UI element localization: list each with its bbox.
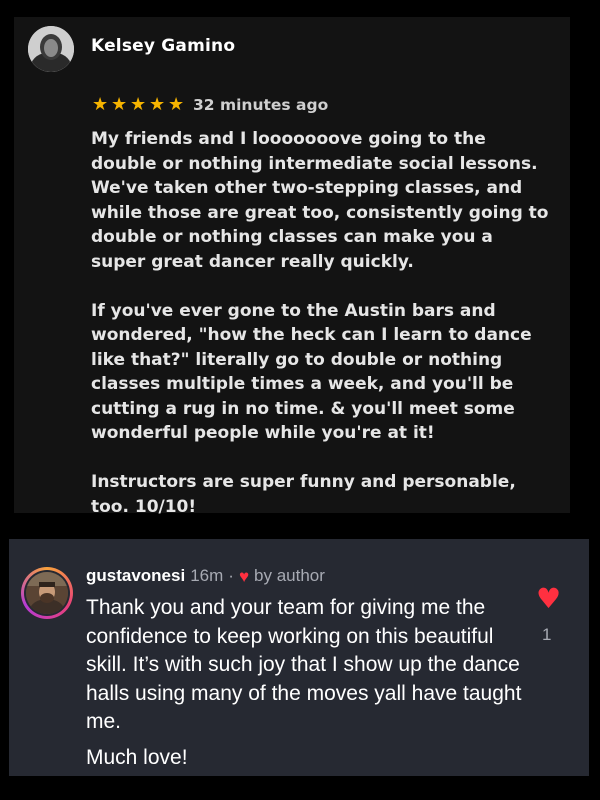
comment-card: gustavonesi 16m · ♥ by author Thank you … [9, 539, 589, 776]
star-icon: ★ [149, 94, 166, 115]
comment-timestamp: 16m [190, 566, 224, 585]
star-icon: ★ [130, 94, 147, 115]
liked-by-author-label: by author [254, 566, 325, 585]
heart-icon: ♥ [238, 566, 250, 586]
review-card: Kelsey Gamino ★ ★ ★ ★ ★ 32 minutes ago M… [14, 17, 570, 517]
like-button-heart-icon[interactable]: ♥ [536, 585, 561, 613]
review-body: My friends and I looooooove going to the… [91, 127, 551, 519]
like-count: 1 [542, 625, 552, 644]
review-paragraph: Instructors are super funny and personab… [91, 472, 516, 517]
review-paragraph: If you've ever gone to the Austin bars a… [91, 300, 532, 444]
rating-row: ★ ★ ★ ★ ★ 32 minutes ago [92, 96, 329, 115]
comment-paragraph: Much love! [86, 745, 188, 769]
star-icon: ★ [92, 94, 109, 115]
comment-paragraph: Thank you and your team for giving me th… [86, 596, 522, 733]
commenter-avatar[interactable] [21, 567, 73, 619]
separator-dot: · [228, 566, 234, 585]
comment-text: Thank you and your team for giving me th… [86, 594, 526, 772]
star-icon: ★ [168, 94, 185, 115]
star-icon: ★ [111, 94, 128, 115]
review-paragraph: My friends and I looooooove going to the… [91, 129, 549, 272]
reviewer-name[interactable]: Kelsey Gamino [91, 36, 235, 56]
reviewer-avatar[interactable] [28, 26, 74, 72]
commenter-username[interactable]: gustavonesi [86, 566, 185, 586]
commenter-photo [26, 572, 68, 614]
comment-header: gustavonesi 16m · ♥ by author [86, 566, 325, 586]
review-timestamp: 32 minutes ago [193, 96, 329, 114]
star-rating: ★ ★ ★ ★ ★ [92, 96, 187, 114]
